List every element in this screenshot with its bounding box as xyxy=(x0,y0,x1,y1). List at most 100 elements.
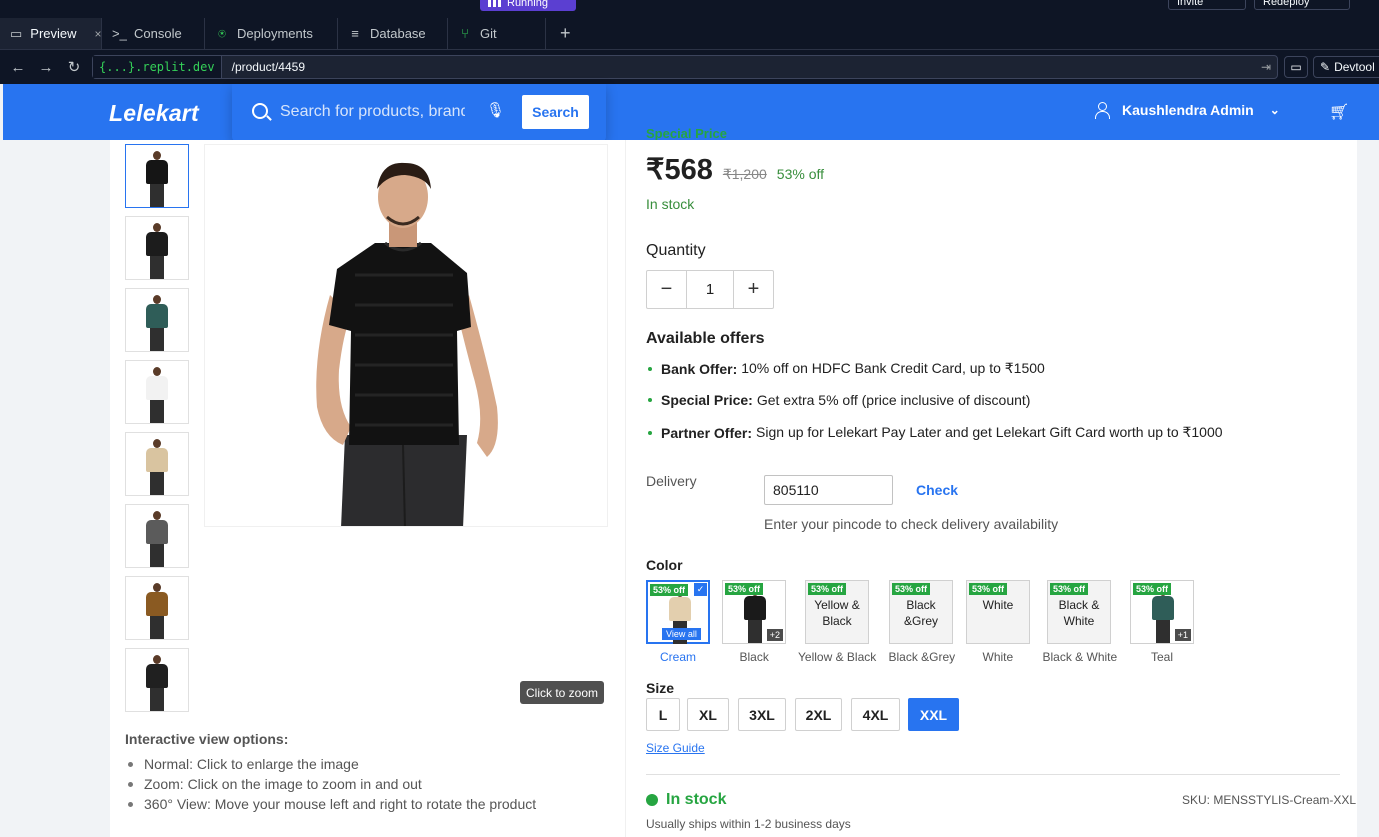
tab-console[interactable]: >_ Console xyxy=(102,18,205,49)
pane-tab-bar: ▭ Preview × >_ Console ⍟ Deployments ≡ D… xyxy=(0,18,1379,50)
color-swatch[interactable]: 53% off Black &Grey xyxy=(889,580,953,644)
product-thumbnail[interactable] xyxy=(125,576,189,640)
discount-badge: 53% off xyxy=(892,583,931,595)
close-icon[interactable]: × xyxy=(95,27,102,41)
git-icon: ⑂ xyxy=(461,26,469,41)
list-item: Normal: Click to enlarge the image xyxy=(128,754,536,774)
user-menu[interactable]: Kaushlendra Admin ⌄ xyxy=(1094,102,1280,119)
pincode-input[interactable] xyxy=(764,475,893,505)
user-name: Kaushlendra Admin xyxy=(1122,102,1254,118)
quantity-value[interactable]: 1 xyxy=(686,271,734,308)
discount-badge: 53% off xyxy=(969,583,1008,595)
product-thumbnail[interactable] xyxy=(125,648,189,712)
product-thumbnail[interactable] xyxy=(125,432,189,496)
color-swatch[interactable]: 53% off White xyxy=(966,580,1030,644)
thumbnail-image xyxy=(142,365,172,423)
url-host-prefix: {...} xyxy=(99,60,136,74)
color-swatch[interactable]: 53% off ✓ View all xyxy=(646,580,710,644)
size-option[interactable]: 4XL xyxy=(851,698,900,731)
deploy-icon: ⍟ xyxy=(218,25,226,41)
search-button[interactable]: Search xyxy=(522,95,589,129)
increase-quantity-button[interactable]: + xyxy=(734,271,773,308)
main-product-image[interactable] xyxy=(204,144,608,527)
product-thumbnail[interactable] xyxy=(125,360,189,424)
color-swatch[interactable]: 53% off +1 xyxy=(1130,580,1194,644)
terminal-icon: >_ xyxy=(112,26,127,41)
color-label: Color xyxy=(646,557,683,573)
tab-git[interactable]: ⑂ Git xyxy=(448,18,546,49)
devtools-label: Devtool xyxy=(1334,60,1375,74)
search-input[interactable] xyxy=(280,101,465,123)
product-thumbnail[interactable] xyxy=(125,504,189,568)
offer-title: Special Price: xyxy=(661,392,753,408)
thumbnail-image xyxy=(142,149,172,207)
thumbnail-image xyxy=(142,221,172,279)
thumbnail-image xyxy=(142,293,172,351)
user-icon xyxy=(1094,102,1110,119)
swatch-label: White xyxy=(982,598,1014,612)
tab-console-label: Console xyxy=(134,26,182,41)
forward-arrow-icon[interactable]: → xyxy=(32,59,60,76)
monitor-icon: ▭ xyxy=(10,25,23,41)
swatch-label: Black & White xyxy=(1058,598,1100,628)
original-price: ₹1,200 xyxy=(722,166,767,182)
section-divider xyxy=(646,774,1340,775)
invite-button[interactable]: Invite xyxy=(1168,0,1246,10)
microphone-icon[interactable]: 🎙︎ xyxy=(486,101,505,119)
color-swatch[interactable]: 53% off Yellow & Black xyxy=(805,580,869,644)
product-thumbnail[interactable] xyxy=(125,216,189,280)
color-swatch-caption: Teal xyxy=(1151,650,1174,664)
size-label: Size xyxy=(646,680,675,696)
offer-text: 10% off on HDFC Bank Credit Card, up to … xyxy=(741,360,1045,376)
discount-badge: 53% off xyxy=(725,583,764,595)
running-status-badge[interactable]: Running xyxy=(480,0,576,11)
offer-partner: Partner Offer: Sign up for Lelekart Pay … xyxy=(648,424,1223,441)
cart-icon[interactable]: 🛒︎ xyxy=(1329,102,1349,122)
list-item: 360° View: Move your mouse left and righ… xyxy=(128,794,536,814)
tab-deployments[interactable]: ⍟ Deployments xyxy=(205,18,338,49)
search-icon xyxy=(252,103,268,119)
bullet-icon xyxy=(648,398,652,402)
tab-database-label: Database xyxy=(370,26,426,41)
url-field[interactable]: {...} .replit.dev /product/4459 ⇥ xyxy=(92,55,1278,79)
checkmark-icon: ✓ xyxy=(694,583,707,596)
tab-database[interactable]: ≡ Database xyxy=(338,18,448,49)
product-thumbnail[interactable] xyxy=(125,288,189,352)
devtools-button[interactable]: ✎ Devtool xyxy=(1313,56,1379,78)
size-option[interactable]: 2XL xyxy=(795,698,842,731)
thumbnail-image xyxy=(142,437,172,495)
device-toggle-button[interactable]: ▭ xyxy=(1284,56,1308,78)
url-path: /product/4459 xyxy=(231,60,305,74)
color-swatch[interactable]: 53% off Black & White xyxy=(1047,580,1111,644)
sku-label: SKU: MENSSTYLIS-Cream-XXL xyxy=(1182,793,1357,807)
delivery-hint: Enter your pincode to check delivery ava… xyxy=(764,516,1059,532)
decrease-quantity-button[interactable]: − xyxy=(647,271,686,308)
stock-indicator-label: In stock xyxy=(666,791,727,808)
offer-bank: Bank Offer: 10% off on HDFC Bank Credit … xyxy=(648,360,1045,377)
delivery-label: Delivery xyxy=(646,473,697,489)
quantity-label: Quantity xyxy=(646,242,706,259)
tab-preview-label: Preview xyxy=(30,26,77,41)
thumbnail-list xyxy=(125,144,189,720)
redeploy-button[interactable]: Redeploy xyxy=(1254,0,1350,10)
size-option[interactable]: XXL xyxy=(908,698,959,731)
back-arrow-icon[interactable]: ← xyxy=(4,59,32,76)
interactive-view-list: Normal: Click to enlarge the image Zoom:… xyxy=(128,754,536,814)
size-option[interactable]: 3XL xyxy=(738,698,786,731)
size-option[interactable]: L xyxy=(646,698,680,731)
invite-button-label: Invite xyxy=(1177,0,1204,8)
quantity-stepper: − 1 + xyxy=(646,270,774,309)
product-thumbnail[interactable] xyxy=(125,144,189,208)
bullet-icon xyxy=(648,430,652,435)
site-logo[interactable]: Lelekart xyxy=(109,100,199,127)
color-swatch[interactable]: 53% off +2 xyxy=(722,580,786,644)
check-pincode-button[interactable]: Check xyxy=(916,482,958,498)
monitor-icon: ▭ xyxy=(1290,60,1302,74)
open-external-icon[interactable]: ⇥ xyxy=(1261,60,1277,74)
tab-preview[interactable]: ▭ Preview × xyxy=(0,18,102,49)
url-host-domain: .replit.dev xyxy=(135,60,215,74)
new-tab-button[interactable]: + xyxy=(546,18,585,49)
size-guide-link[interactable]: Size Guide xyxy=(646,741,705,755)
reload-icon[interactable]: ↻ xyxy=(60,58,88,76)
size-option[interactable]: XL xyxy=(687,698,729,731)
